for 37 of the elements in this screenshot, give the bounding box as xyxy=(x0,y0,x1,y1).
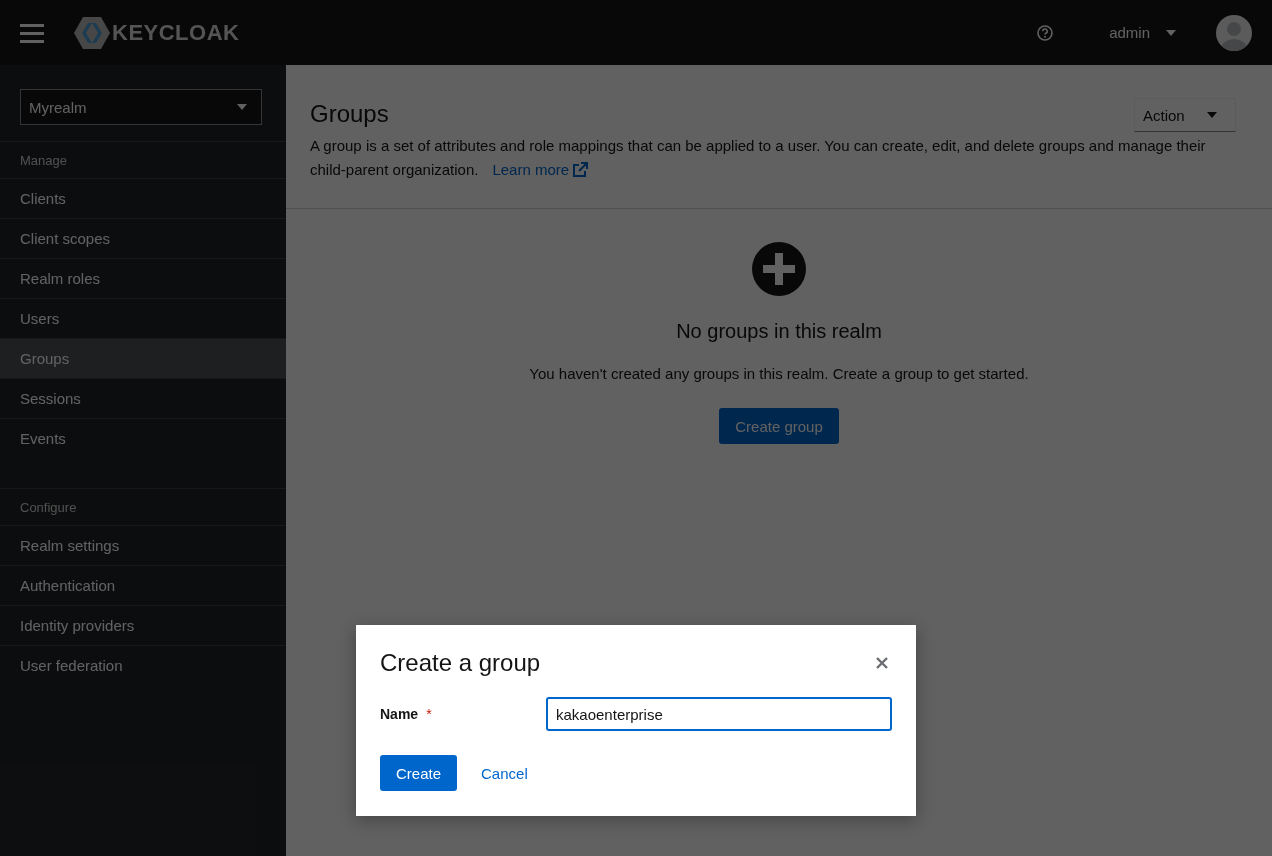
dialog-title: Create a group xyxy=(380,649,541,677)
nav-section-title: Configure xyxy=(0,488,286,525)
nav-item[interactable]: Authentication xyxy=(0,565,286,605)
caret-icon xyxy=(237,104,247,110)
add-icon xyxy=(752,242,806,296)
page-description: A group is a set of attributes and role mappings that can be applied to a user. You can create, edit, and delete groups and manage their child-parent organization. Learn more xyxy=(310,134,1248,182)
nav-item[interactable]: Realm settings xyxy=(0,525,286,565)
cancel-button[interactable]: Cancel xyxy=(465,756,544,790)
nav-item[interactable]: Sessions xyxy=(0,378,286,418)
external-link-icon xyxy=(572,162,589,178)
logo-text: KEYCLOAK xyxy=(112,19,240,46)
create-button[interactable]: Create xyxy=(380,755,458,791)
field-label: Name xyxy=(380,706,419,722)
nav-item[interactable]: Clients xyxy=(0,178,286,218)
learn-more-link[interactable]: Learn more xyxy=(492,158,589,182)
menu-icon[interactable] xyxy=(20,22,44,43)
caret-icon xyxy=(1207,112,1217,118)
user-menu[interactable]: admin xyxy=(1109,18,1176,47)
help-icon[interactable] xyxy=(1037,24,1054,41)
create-group-button[interactable]: Create group xyxy=(719,408,839,444)
nav-item[interactable]: Realm roles xyxy=(0,258,286,298)
nav-item[interactable]: Events xyxy=(0,418,286,458)
nav-item[interactable]: Identity providers xyxy=(0,605,286,645)
name-input[interactable]: kakaoenterprise xyxy=(546,697,892,731)
empty-state-text: You haven't created any groups in this realm. Create a group to get started. xyxy=(529,365,1029,382)
required-mark: * xyxy=(426,706,432,722)
nav-item[interactable]: Groups xyxy=(0,338,286,378)
avatar-icon[interactable] xyxy=(1216,14,1252,51)
nav-section-title: Manage xyxy=(0,141,286,178)
nav-item[interactable]: Client scopes xyxy=(0,218,286,258)
empty-state-title: No groups in this realm xyxy=(676,320,882,343)
logo-icon xyxy=(74,16,110,49)
action-dropdown[interactable]: Action xyxy=(1134,98,1236,132)
realm-select[interactable]: Myrealm xyxy=(20,89,262,125)
caret-icon xyxy=(1166,29,1176,36)
page-title: Groups xyxy=(310,100,389,128)
nav-item[interactable]: User federation xyxy=(0,645,286,685)
